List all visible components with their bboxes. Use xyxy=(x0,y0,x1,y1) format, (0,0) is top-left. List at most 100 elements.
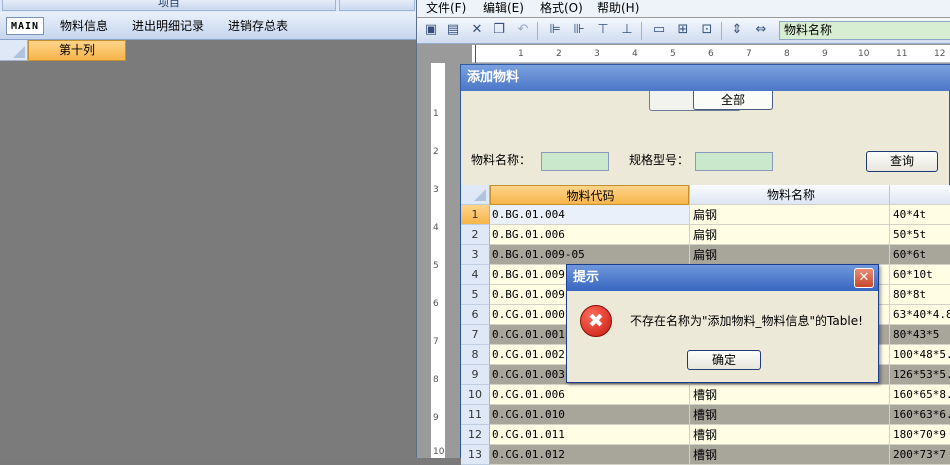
material-name-input[interactable] xyxy=(541,152,609,171)
ruler-tick: 5 xyxy=(670,49,676,59)
cell-code[interactable]: 0.BG.01.009-05 xyxy=(490,245,689,265)
query-button[interactable]: 查询 xyxy=(866,151,938,172)
row-number: 7 xyxy=(461,325,490,345)
cell-spec[interactable]: 60*6t xyxy=(889,245,950,265)
add-material-title[interactable]: 添加物料 xyxy=(461,65,950,91)
field-select[interactable]: 物料名称 xyxy=(779,21,950,40)
align-left-icon[interactable]: ⊫ xyxy=(547,22,563,38)
spec-input[interactable] xyxy=(695,152,773,171)
add-material-window: 添加物料 全部 物料名称： 规格型号： 查询 物料代码 物料名称 1 0.BG.… xyxy=(460,64,950,465)
row-number: 10 xyxy=(461,385,490,405)
ungroup-icon[interactable]: ⊡ xyxy=(699,22,715,38)
cell-spec[interactable]: 40*4t xyxy=(889,205,950,225)
ruler-tick: 1 xyxy=(518,49,524,59)
row-number: 4 xyxy=(461,265,490,285)
cell-code[interactable]: 0.CG.01.012 xyxy=(490,445,689,465)
ok-button[interactable]: 确定 xyxy=(687,350,761,370)
grid-header: 物料代码 物料名称 xyxy=(461,185,950,205)
layout-icon[interactable]: ▭ xyxy=(651,22,667,38)
cell-spec[interactable]: 80*8t xyxy=(889,285,950,305)
column-header-spec[interactable] xyxy=(889,185,950,205)
select-all-corner[interactable] xyxy=(0,40,28,61)
cell-spec[interactable]: 180*70*9 xyxy=(889,425,950,445)
menu-help[interactable]: 帮助(H) xyxy=(597,0,639,16)
cell-name[interactable]: 扁钢 xyxy=(689,225,889,245)
ruler-tick: 9 xyxy=(433,413,439,423)
column-header-name[interactable]: 物料名称 xyxy=(689,185,889,205)
cell-code[interactable]: 0.CG.01.011 xyxy=(490,425,689,445)
ruler-tick: 12 xyxy=(934,49,946,59)
table-row[interactable]: 10 0.CG.01.006 槽钢 160*65*8.5 xyxy=(461,385,950,405)
tab-main[interactable]: MAIN xyxy=(6,17,45,35)
row-number: 2 xyxy=(461,225,490,245)
row-number: 9 xyxy=(461,365,490,385)
cell-spec[interactable]: 160*65*8.5 xyxy=(889,385,950,405)
menu-format[interactable]: 格式(O) xyxy=(540,0,583,16)
table-row[interactable]: 3 0.BG.01.009-05 扁钢 60*6t xyxy=(461,245,950,265)
cell-name[interactable]: 槽钢 xyxy=(689,425,889,445)
table-row[interactable]: 12 0.CG.01.011 槽钢 180*70*9 xyxy=(461,425,950,445)
project-tab[interactable]: 项目 xyxy=(2,0,336,11)
cell-name[interactable]: 扁钢 xyxy=(689,205,889,225)
save-all-icon[interactable]: ▤ xyxy=(445,22,461,38)
ruler-tick: 10 xyxy=(433,447,445,457)
copy-icon[interactable]: ❐ xyxy=(491,22,507,38)
menu-edit[interactable]: 编辑(E) xyxy=(483,0,524,16)
delete-icon[interactable]: ✕ xyxy=(469,22,485,38)
alert-title[interactable]: 提示 xyxy=(567,265,878,291)
cell-code[interactable]: 0.BG.01.004 xyxy=(490,205,689,225)
left-pane: 项目 MAIN 物料信息 进出明细记录 进销存总表 第十列 xyxy=(0,0,416,458)
align-right-icon[interactable]: ⊪ xyxy=(571,22,587,38)
ruler-tick: 8 xyxy=(433,375,439,385)
toolbar: ▣ ▤ ✕ ❐ ↶ ⊫ ⊪ ⊤ ⊥ ▭ ⊞ ⊡ ⇕ ⇔ 物料名称 xyxy=(417,18,950,44)
table-row[interactable]: 1 0.BG.01.004 扁钢 40*4t xyxy=(461,205,950,225)
table-row[interactable]: 13 0.CG.01.012 槽钢 200*73*7 xyxy=(461,445,950,465)
table-row[interactable]: 2 0.BG.01.006 扁钢 50*5t xyxy=(461,225,950,245)
cell-name[interactable]: 槽钢 xyxy=(689,445,889,465)
cell-spec[interactable]: 100*48*5.3 xyxy=(889,345,950,365)
column-header-code[interactable]: 物料代码 xyxy=(490,185,689,205)
ruler-tick: 7 xyxy=(746,49,752,59)
cell-name[interactable]: 槽钢 xyxy=(689,405,889,425)
toolbar-separator xyxy=(537,22,538,40)
cell-spec[interactable]: 200*73*7 xyxy=(889,445,950,465)
tab-inout-detail[interactable]: 进出明细记录 xyxy=(128,17,208,35)
spec-label: 规格型号： xyxy=(629,153,690,167)
horizontal-spacing-icon[interactable]: ⇔ xyxy=(753,22,769,38)
cell-spec[interactable]: 63*40*4.8 xyxy=(889,305,950,325)
row-number: 8 xyxy=(461,345,490,365)
group-icon[interactable]: ⊞ xyxy=(675,22,691,38)
align-bottom-icon[interactable]: ⊥ xyxy=(619,22,635,38)
cursor-marker xyxy=(475,45,476,63)
vertical-spacing-icon[interactable]: ⇕ xyxy=(729,22,745,38)
table-row[interactable]: 11 0.CG.01.010 槽钢 160*63*6.5 xyxy=(461,405,950,425)
column-header[interactable]: 第十列 xyxy=(28,40,126,61)
cell-code[interactable]: 0.BG.01.006 xyxy=(490,225,689,245)
ruler-tick: 6 xyxy=(433,299,439,309)
cell-name[interactable]: 槽钢 xyxy=(689,385,889,405)
close-icon[interactable]: ✕ xyxy=(854,268,874,288)
cell-spec[interactable]: 80*43*5 xyxy=(889,325,950,345)
project-tab-secondary[interactable] xyxy=(339,0,415,11)
undo-icon[interactable]: ↶ xyxy=(515,22,531,38)
align-top-icon[interactable]: ⊤ xyxy=(595,22,611,38)
tab-inventory-summary[interactable]: 进销存总表 xyxy=(224,17,292,35)
cell-spec[interactable]: 60*10t xyxy=(889,265,950,285)
cell-spec[interactable]: 50*5t xyxy=(889,225,950,245)
tab-material-info[interactable]: 物料信息 xyxy=(56,17,112,35)
save-icon[interactable]: ▣ xyxy=(423,22,439,38)
sheet-tabbar: MAIN 物料信息 进出明细记录 进销存总表 xyxy=(0,12,416,40)
row-number: 11 xyxy=(461,405,490,425)
row-number: 6 xyxy=(461,305,490,325)
menu-file[interactable]: 文件(F) xyxy=(426,0,466,16)
all-button[interactable]: 全部 xyxy=(693,91,773,110)
ruler-tick: 3 xyxy=(433,185,439,195)
cell-spec[interactable]: 160*63*6.5 xyxy=(889,405,950,425)
cell-code[interactable]: 0.CG.01.010 xyxy=(490,405,689,425)
grid-corner[interactable] xyxy=(461,185,490,205)
ruler-tick: 2 xyxy=(433,147,439,157)
cell-code[interactable]: 0.CG.01.006 xyxy=(490,385,689,405)
cell-name[interactable]: 扁钢 xyxy=(689,245,889,265)
alert-message: 不存在名称为"添加物料_物料信息"的Table! xyxy=(630,314,863,328)
cell-spec[interactable]: 126*53*5.5 xyxy=(889,365,950,385)
